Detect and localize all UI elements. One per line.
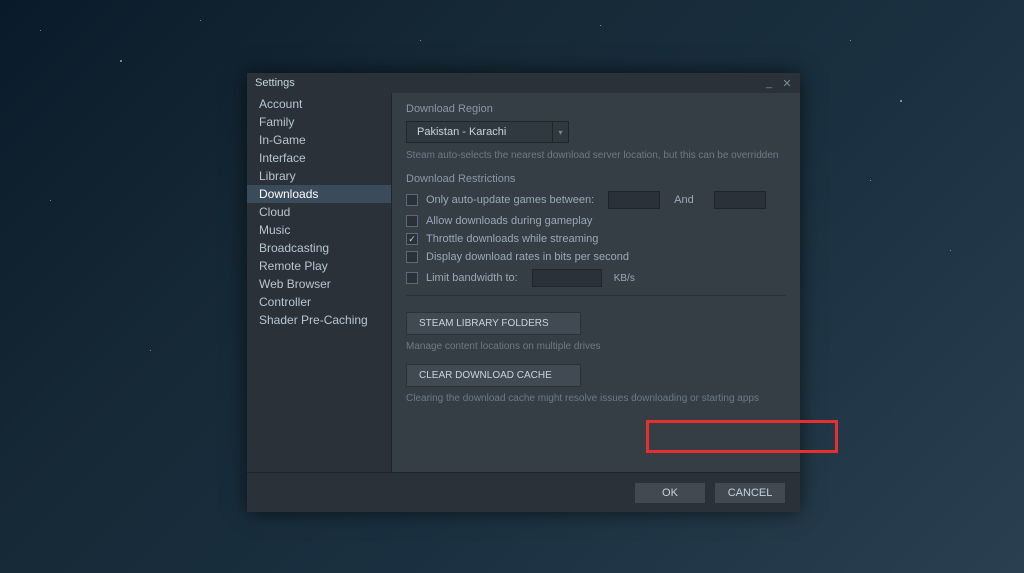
chevron-down-icon: ▾ [552, 122, 568, 142]
limit-bandwidth-row: Limit bandwidth to: KB/s [406, 269, 786, 287]
sidebar-item-family[interactable]: Family [247, 113, 391, 131]
dialog-footer: OK CANCEL [247, 472, 800, 512]
steam-library-folders-button[interactable]: STEAM LIBRARY FOLDERS [406, 312, 581, 335]
throttle-label: Throttle downloads while streaming [426, 233, 598, 245]
sidebar-item-library[interactable]: Library [247, 167, 391, 185]
sidebar-item-web-browser[interactable]: Web Browser [247, 275, 391, 293]
bandwidth-unit: KB/s [614, 273, 635, 284]
title-bar: Settings _ ✕ [247, 73, 800, 93]
settings-window: Settings _ ✕ Account Family In-Game Inte… [247, 73, 800, 512]
divider [406, 295, 786, 296]
auto-update-start-input[interactable] [608, 191, 660, 209]
region-header: Download Region [406, 103, 786, 115]
window-controls: _ ✕ [762, 77, 794, 90]
allow-gameplay-row: Allow downloads during gameplay [406, 215, 786, 227]
sidebar-item-account[interactable]: Account [247, 95, 391, 113]
sidebar-item-music[interactable]: Music [247, 221, 391, 239]
region-dropdown[interactable]: Pakistan - Karachi ▾ [406, 121, 569, 143]
auto-update-end-input[interactable] [714, 191, 766, 209]
window-body: Account Family In-Game Interface Library… [247, 93, 800, 472]
auto-update-label: Only auto-update games between: [426, 194, 594, 206]
and-label: And [674, 194, 694, 206]
sidebar-item-controller[interactable]: Controller [247, 293, 391, 311]
minimize-icon[interactable]: _ [762, 77, 776, 89]
throttle-row: Throttle downloads while streaming [406, 233, 786, 245]
sidebar-item-downloads[interactable]: Downloads [247, 185, 391, 203]
clear-download-cache-button[interactable]: CLEAR DOWNLOAD CACHE [406, 364, 581, 387]
sidebar-item-cloud[interactable]: Cloud [247, 203, 391, 221]
auto-update-checkbox[interactable] [406, 194, 418, 206]
region-hint: Steam auto-selects the nearest download … [406, 150, 786, 161]
allow-gameplay-label: Allow downloads during gameplay [426, 215, 592, 227]
restrictions-header: Download Restrictions [406, 173, 786, 185]
throttle-checkbox[interactable] [406, 233, 418, 245]
display-bits-checkbox[interactable] [406, 251, 418, 263]
library-desc: Manage content locations on multiple dri… [406, 341, 786, 352]
sidebar-item-shader[interactable]: Shader Pre-Caching [247, 311, 391, 329]
sidebar: Account Family In-Game Interface Library… [247, 93, 392, 472]
allow-gameplay-checkbox[interactable] [406, 215, 418, 227]
sidebar-item-interface[interactable]: Interface [247, 149, 391, 167]
region-value: Pakistan - Karachi [407, 126, 552, 138]
cancel-button[interactable]: CANCEL [714, 482, 786, 504]
limit-bandwidth-checkbox[interactable] [406, 272, 418, 284]
sidebar-item-remote-play[interactable]: Remote Play [247, 257, 391, 275]
display-bits-row: Display download rates in bits per secon… [406, 251, 786, 263]
window-title: Settings [253, 77, 295, 89]
sidebar-item-broadcasting[interactable]: Broadcasting [247, 239, 391, 257]
close-icon[interactable]: ✕ [780, 77, 794, 90]
ok-button[interactable]: OK [634, 482, 706, 504]
content-panel: Download Region Pakistan - Karachi ▾ Ste… [392, 93, 800, 472]
display-bits-label: Display download rates in bits per secon… [426, 251, 629, 263]
clear-cache-desc: Clearing the download cache might resolv… [406, 393, 786, 404]
bandwidth-input[interactable] [532, 269, 602, 287]
limit-bandwidth-label: Limit bandwidth to: [426, 272, 518, 284]
sidebar-item-in-game[interactable]: In-Game [247, 131, 391, 149]
auto-update-row: Only auto-update games between: And [406, 191, 786, 209]
